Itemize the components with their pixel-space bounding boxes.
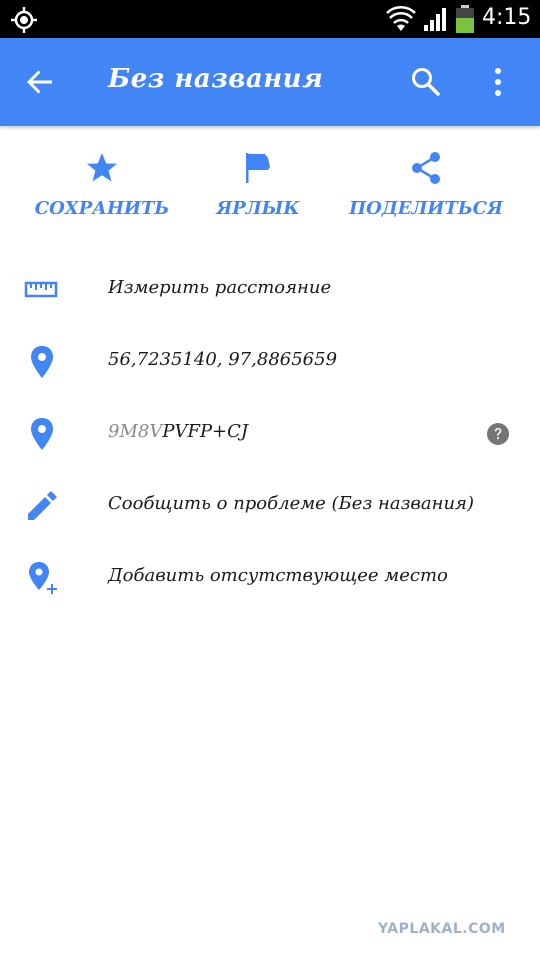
label-label: ЯРЛЫК bbox=[216, 198, 300, 219]
watermark: YAPLAKAL.COM bbox=[378, 921, 506, 937]
edit-pencil-icon bbox=[28, 491, 57, 520]
share-button[interactable]: ПОДЕЛИТЬСЯ bbox=[334, 150, 518, 236]
share-label: ПОДЕЛИТЬСЯ bbox=[349, 198, 503, 219]
battery-icon bbox=[456, 5, 474, 33]
save-button[interactable]: СОХРАНИТЬ bbox=[20, 150, 184, 236]
plus-code-row[interactable]: 9M8VPVFP+CJ bbox=[0, 398, 540, 470]
report-problem-row[interactable]: Сообщить о проблеме (Без названия) bbox=[0, 470, 540, 542]
help-icon[interactable] bbox=[486, 422, 510, 446]
app-bar: Без названия bbox=[0, 38, 540, 126]
add-missing-place-label: Добавить отсутствующее место bbox=[108, 565, 448, 586]
search-icon[interactable] bbox=[408, 64, 444, 100]
add-missing-place-row[interactable]: Добавить отсутствующее место bbox=[0, 542, 540, 614]
place-icon bbox=[31, 418, 53, 450]
back-arrow-icon[interactable] bbox=[22, 64, 58, 100]
plus-code-value: PVFP+CJ bbox=[162, 421, 249, 442]
place-icon bbox=[31, 346, 53, 378]
status-bar: 4:15 bbox=[0, 0, 540, 38]
save-label: СОХРАНИТЬ bbox=[34, 198, 170, 219]
coordinates-row[interactable]: 56,7235140, 97,8865659 bbox=[0, 326, 540, 398]
add-location-icon bbox=[29, 562, 57, 594]
status-time: 4:15 bbox=[482, 5, 532, 30]
plus-code-label: 9M8VPVFP+CJ bbox=[108, 421, 248, 442]
more-vert-icon[interactable] bbox=[484, 64, 512, 100]
coordinates-label: 56,7235140, 97,8865659 bbox=[108, 349, 338, 370]
page-title: Без названия bbox=[108, 64, 324, 94]
ruler-icon bbox=[24, 281, 58, 298]
report-problem-label: Сообщить о проблеме (Без названия) bbox=[108, 493, 474, 514]
flag-icon bbox=[246, 153, 270, 183]
plus-code-prefix: 9M8V bbox=[108, 421, 163, 442]
measure-distance-row[interactable]: Измерить расстояние bbox=[0, 254, 540, 326]
share-icon bbox=[412, 152, 440, 184]
gps-icon bbox=[11, 7, 37, 33]
label-button[interactable]: ЯРЛЫК bbox=[196, 150, 320, 236]
wifi-icon bbox=[386, 6, 416, 31]
measure-distance-label: Измерить расстояние bbox=[108, 277, 332, 298]
star-icon bbox=[87, 153, 117, 182]
action-bar: СОХРАНИТЬ ЯРЛЫК ПОДЕЛИТЬСЯ bbox=[0, 126, 540, 246]
signal-icon bbox=[424, 8, 446, 31]
